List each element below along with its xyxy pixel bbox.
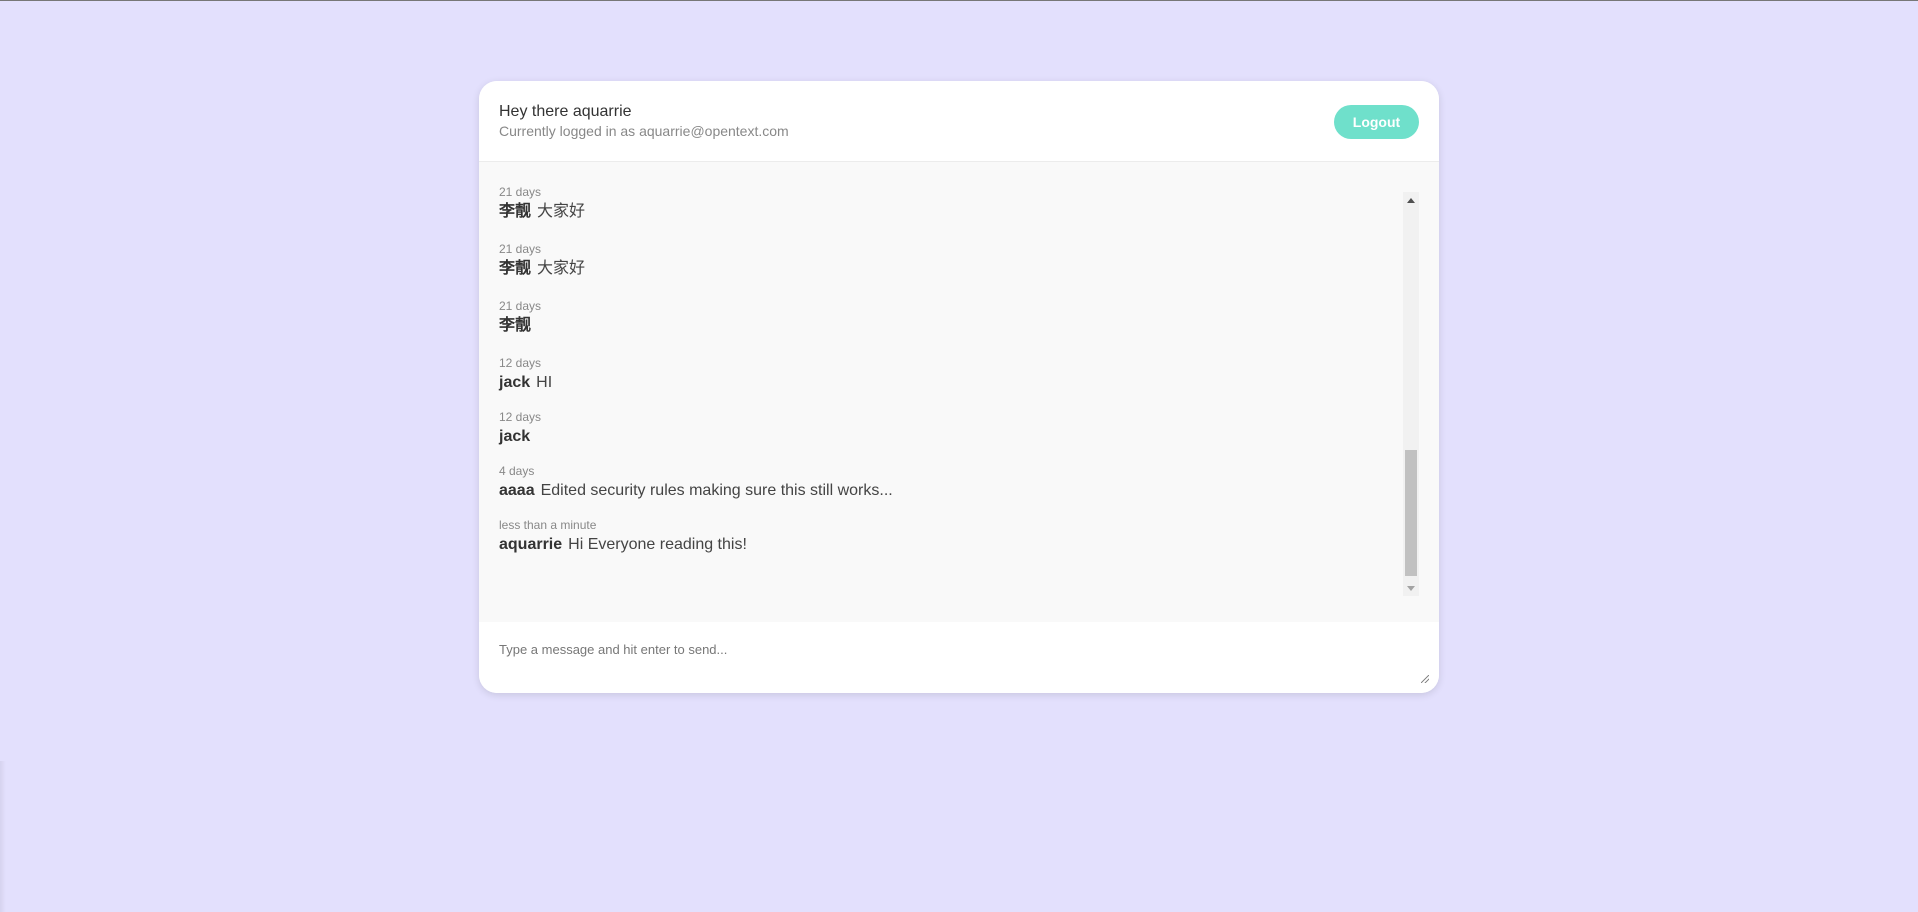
chat-header: Hey there aquarrie Currently logged in a…: [479, 81, 1439, 162]
message-author: 李靓: [499, 260, 532, 277]
logged-in-subtitle: Currently logged in as aquarrie@opentext…: [499, 123, 789, 139]
message-input[interactable]: [479, 622, 1439, 693]
logout-button[interactable]: Logout: [1334, 105, 1419, 139]
message-text: 大家好: [537, 260, 586, 277]
message-time: 21 days: [499, 299, 542, 313]
message-author: aquarrie: [499, 536, 563, 553]
message-time: 4 days: [499, 464, 535, 478]
message-time: 12 days: [499, 410, 542, 424]
scroll-down-arrow-icon[interactable]: [1403, 580, 1419, 596]
greeting-title: Hey there aquarrie: [499, 103, 632, 120]
messages-panel[interactable]: 21 days 李靓 大家好 21 days 李靓 大家好 21 days 李靓 1…: [479, 162, 1439, 622]
message-author: 李靓: [499, 317, 532, 334]
scroll-up-arrow-icon[interactable]: [1403, 192, 1419, 208]
chat-card: Hey there aquarrie Currently logged in a…: [479, 81, 1439, 693]
message-text: HI: [536, 374, 553, 391]
page-edge-shadow: [0, 761, 6, 912]
message-item: 12 days jack: [499, 410, 541, 447]
message-time: 21 days: [499, 185, 542, 199]
message-author: jack: [499, 374, 531, 391]
message-item: 21 days 李靓 大家好: [499, 185, 585, 222]
messages-scrollbar[interactable]: [1403, 192, 1419, 596]
message-item: 4 days aaaa Edited security rules making …: [499, 464, 893, 501]
message-item: 21 days 李靓: [499, 299, 541, 336]
message-text: Edited security rules making sure this s…: [540, 482, 893, 499]
message-item: 12 days jack HI: [499, 356, 552, 393]
message-author: jack: [499, 428, 531, 445]
message-text: 大家好: [537, 203, 586, 220]
message-text: Hi Everyone reading this!: [568, 536, 747, 553]
message-time: 21 days: [499, 242, 542, 256]
message-time: less than a minute: [499, 518, 597, 532]
message-author: 李靓: [499, 203, 532, 220]
resize-grip-icon[interactable]: [1421, 675, 1429, 683]
message-time: 12 days: [499, 356, 542, 370]
scrollbar-thumb[interactable]: [1405, 450, 1417, 576]
message-author: aaaa: [499, 482, 535, 499]
message-item: 21 days 李靓 大家好: [499, 242, 585, 279]
message-composer: [479, 622, 1439, 693]
message-item: less than a minute aquarrie Hi Everyone r…: [499, 518, 747, 555]
message-list: 21 days 李靓 大家好 21 days 李靓 大家好 21 days 李靓 1…: [499, 162, 1399, 622]
